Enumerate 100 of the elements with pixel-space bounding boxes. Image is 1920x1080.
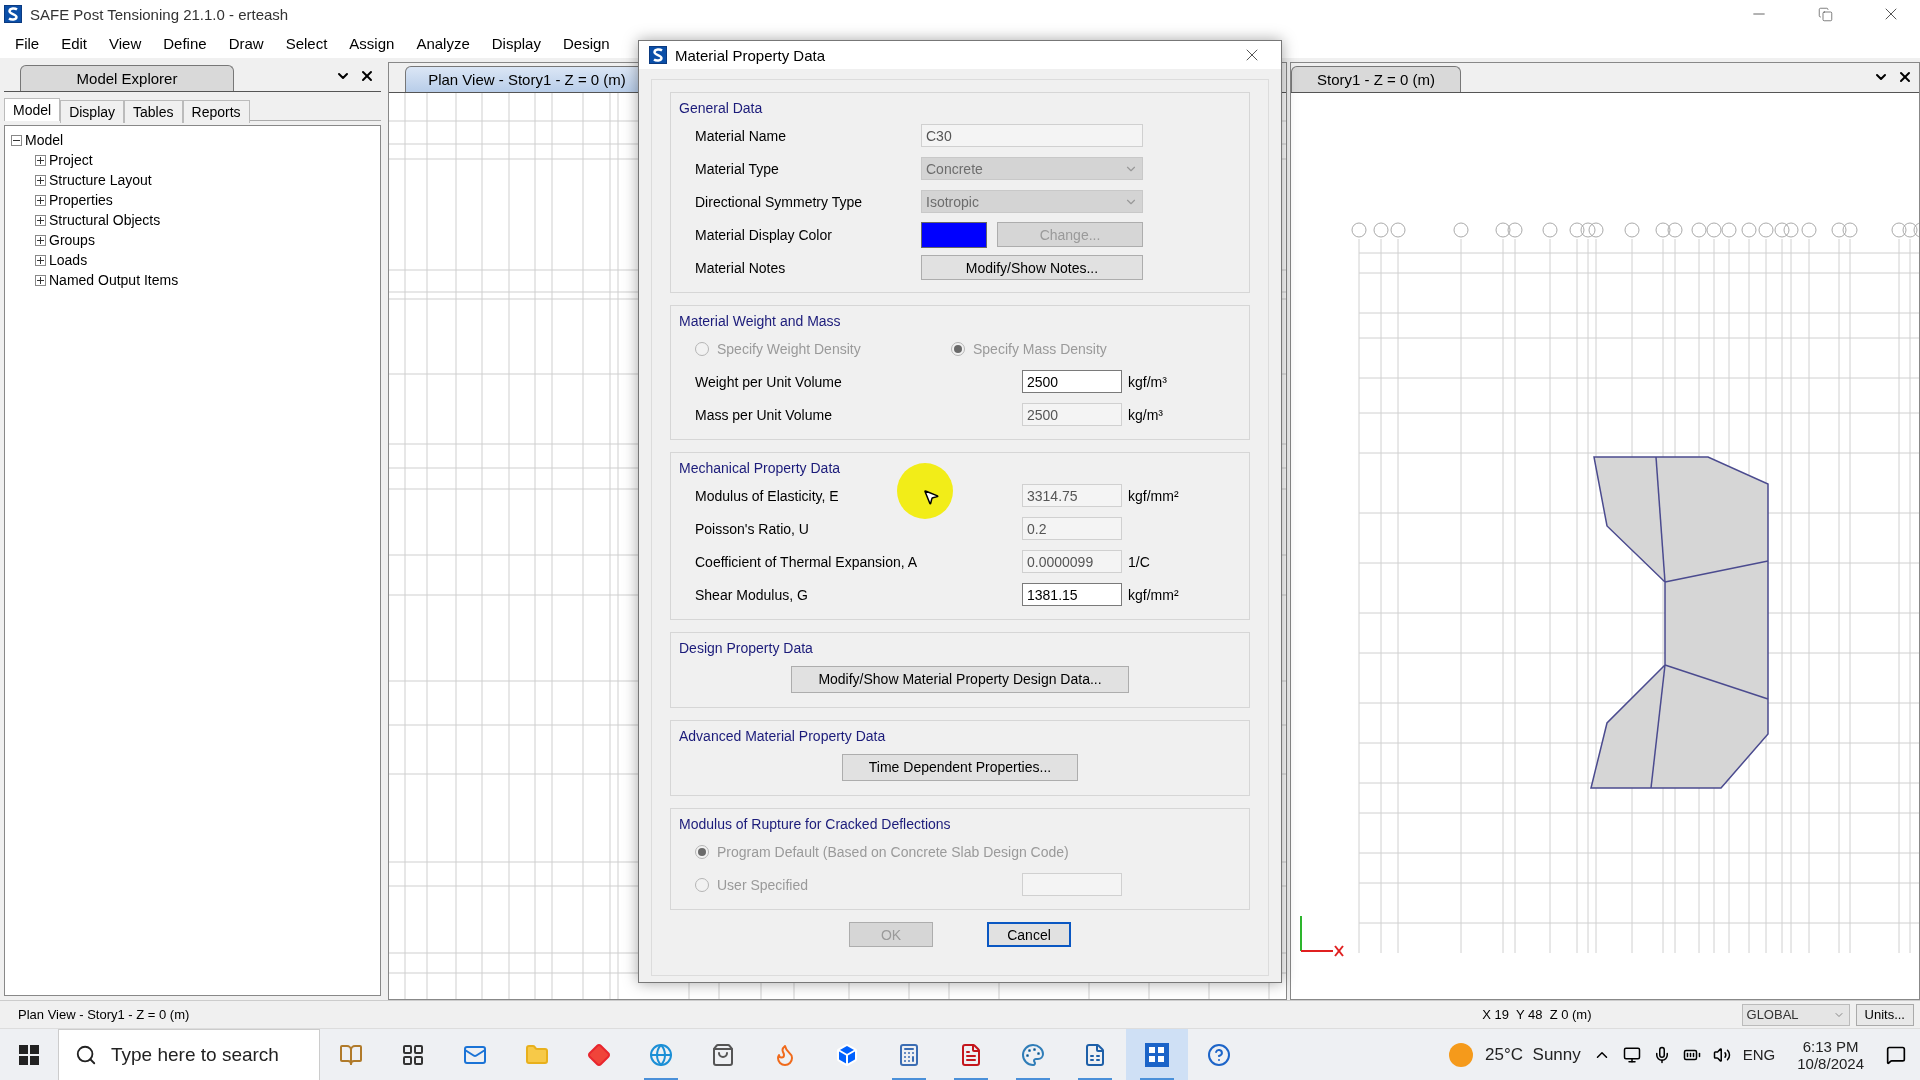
field-label: Material Type bbox=[695, 160, 779, 177]
field-label: Directional Symmetry Type bbox=[695, 193, 862, 210]
menu-item[interactable]: Assign bbox=[338, 34, 406, 52]
tree-item[interactable]: Named Output Items bbox=[49, 272, 179, 288]
tree-item[interactable]: Structure Layout bbox=[49, 172, 152, 188]
unit-label: kgf/mm² bbox=[1128, 586, 1179, 603]
sun-icon bbox=[1449, 1042, 1474, 1067]
axis-icon bbox=[1300, 915, 1344, 957]
group-title: Material Weight and Mass bbox=[678, 312, 841, 331]
spreadsheet-icon[interactable] bbox=[1083, 1042, 1107, 1067]
expand-icon[interactable] bbox=[35, 234, 46, 246]
units-button[interactable]: Units... bbox=[1855, 1003, 1914, 1026]
tree-item[interactable]: Loads bbox=[49, 252, 88, 268]
radio-label: User Specified bbox=[717, 876, 809, 893]
tree-item[interactable]: Model bbox=[25, 132, 64, 148]
tab[interactable]: Model bbox=[4, 98, 61, 121]
book-icon[interactable] bbox=[339, 1042, 363, 1067]
group-title: Modulus of Rupture for Cracked Deflections bbox=[678, 815, 951, 834]
clock-time: 6:13 PM bbox=[1802, 1037, 1859, 1055]
app-logo-icon bbox=[4, 5, 22, 23]
help-icon[interactable] bbox=[1207, 1042, 1231, 1067]
menu-item[interactable]: Design bbox=[551, 34, 621, 52]
close-icon[interactable] bbox=[1897, 69, 1913, 85]
monitor-icon[interactable] bbox=[1622, 1045, 1641, 1064]
field-label: Material Name bbox=[695, 127, 787, 144]
group-title: Advanced Material Property Data bbox=[678, 727, 886, 746]
notes-button[interactable]: Modify/Show Notes... bbox=[921, 255, 1143, 280]
menu-item[interactable]: View bbox=[98, 34, 153, 52]
palette-icon[interactable] bbox=[1021, 1042, 1045, 1067]
restore-icon[interactable] bbox=[1817, 6, 1833, 22]
field-label: Mass per Unit Volume bbox=[695, 406, 832, 423]
volume-icon[interactable] bbox=[1712, 1045, 1731, 1064]
notifications-icon[interactable] bbox=[1886, 1044, 1906, 1065]
menu-item[interactable]: Select bbox=[274, 34, 339, 52]
view-tab[interactable]: Story1 - Z = 0 (m) bbox=[1291, 66, 1461, 92]
radio-label: Specify Mass Density bbox=[973, 340, 1107, 357]
globe-icon[interactable] bbox=[649, 1042, 673, 1067]
clock-date: 10/8/2024 bbox=[1797, 1054, 1864, 1072]
unit-label: kgf/mm² bbox=[1128, 487, 1179, 504]
app-logo-icon bbox=[649, 46, 667, 64]
shopping-bag-icon[interactable] bbox=[711, 1042, 735, 1067]
tab[interactable]: Display bbox=[60, 100, 125, 123]
collapse-icon[interactable] bbox=[11, 134, 22, 146]
language-indicator[interactable]: ENG bbox=[1742, 1046, 1776, 1063]
expand-icon[interactable] bbox=[35, 254, 46, 266]
window-title: SAFE Post Tensioning 21.1.0 - erteash bbox=[30, 5, 290, 23]
status-text: Plan View - Story1 - Z = 0 (m) bbox=[18, 1007, 190, 1022]
dialog-title: Material Property Data bbox=[675, 46, 827, 64]
expand-icon[interactable] bbox=[35, 174, 46, 186]
field-label: Coefficient of Thermal Expansion, A bbox=[695, 553, 918, 570]
dialog-button[interactable]: Time Dependent Properties... bbox=[841, 753, 1079, 781]
unit-label: 1/C bbox=[1128, 553, 1150, 570]
dialog-button[interactable]: Cancel bbox=[987, 922, 1071, 947]
field-label: Material Notes bbox=[695, 259, 786, 276]
panel-title: Model Explorer bbox=[20, 65, 234, 91]
field-label: Shear Modulus, G bbox=[695, 586, 808, 603]
pointer-icon bbox=[922, 488, 940, 506]
menu-item[interactable]: Define bbox=[152, 34, 218, 52]
menu-item[interactable]: Draw bbox=[217, 34, 275, 52]
close-icon[interactable] bbox=[359, 68, 375, 84]
box-icon[interactable] bbox=[835, 1042, 859, 1067]
menu-item[interactable]: Display bbox=[480, 34, 552, 52]
search-icon bbox=[75, 1043, 97, 1066]
coordinate-system-dropdown[interactable]: GLOBAL bbox=[1741, 1003, 1850, 1026]
tab[interactable]: Tables bbox=[124, 100, 183, 123]
field-label: Modulus of Elasticity, E bbox=[695, 487, 839, 504]
menu-item[interactable]: Analyze bbox=[405, 34, 481, 52]
group-title: General Data bbox=[678, 99, 763, 118]
field-label: Poisson's Ratio, U bbox=[695, 520, 809, 537]
tree-item[interactable]: Groups bbox=[49, 232, 95, 248]
weather-text: 25°C Sunny bbox=[1485, 1044, 1581, 1065]
document-icon[interactable] bbox=[959, 1042, 983, 1067]
diamond-icon[interactable] bbox=[587, 1042, 611, 1067]
group-title: Design Property Data bbox=[678, 639, 813, 658]
field-label: Weight per Unit Volume bbox=[695, 373, 842, 390]
expand-icon[interactable] bbox=[35, 194, 46, 206]
radio-label: Specify Weight Density bbox=[717, 340, 861, 357]
tab[interactable]: Reports bbox=[182, 100, 250, 123]
unit-label: kgf/m³ bbox=[1128, 373, 1167, 390]
expand-icon[interactable] bbox=[35, 274, 46, 286]
grid-app-icon[interactable] bbox=[1144, 1041, 1170, 1068]
taskbar-button[interactable] bbox=[1126, 1028, 1188, 1080]
tree-item[interactable]: Properties bbox=[49, 192, 113, 208]
tree-item[interactable]: Project bbox=[49, 152, 93, 168]
coordinates-text: X 19 Y 48 Z 0 (m) bbox=[1482, 1007, 1592, 1022]
group-title: Mechanical Property Data bbox=[678, 459, 841, 478]
search-field[interactable]: Type here to search bbox=[58, 1028, 320, 1080]
menu-item[interactable]: File bbox=[4, 34, 51, 52]
menu-item[interactable]: Edit bbox=[50, 34, 99, 52]
number-field[interactable]: 2500 bbox=[1022, 370, 1122, 393]
radio-label: Program Default (Based on Concrete Slab Design Code) bbox=[717, 843, 1069, 860]
calculator-icon[interactable] bbox=[897, 1042, 921, 1067]
tree-item[interactable]: Structural Objects bbox=[49, 212, 161, 228]
number-field[interactable]: 1381.15 bbox=[1022, 583, 1122, 606]
dialog-button[interactable]: Modify/Show Material Property Design Data... bbox=[791, 665, 1129, 693]
expand-icon[interactable] bbox=[35, 154, 46, 166]
task-view-icon[interactable] bbox=[401, 1042, 425, 1067]
windows-icon bbox=[19, 1044, 39, 1065]
expand-icon[interactable] bbox=[35, 214, 46, 226]
unit-label: kg/m³ bbox=[1128, 406, 1163, 423]
